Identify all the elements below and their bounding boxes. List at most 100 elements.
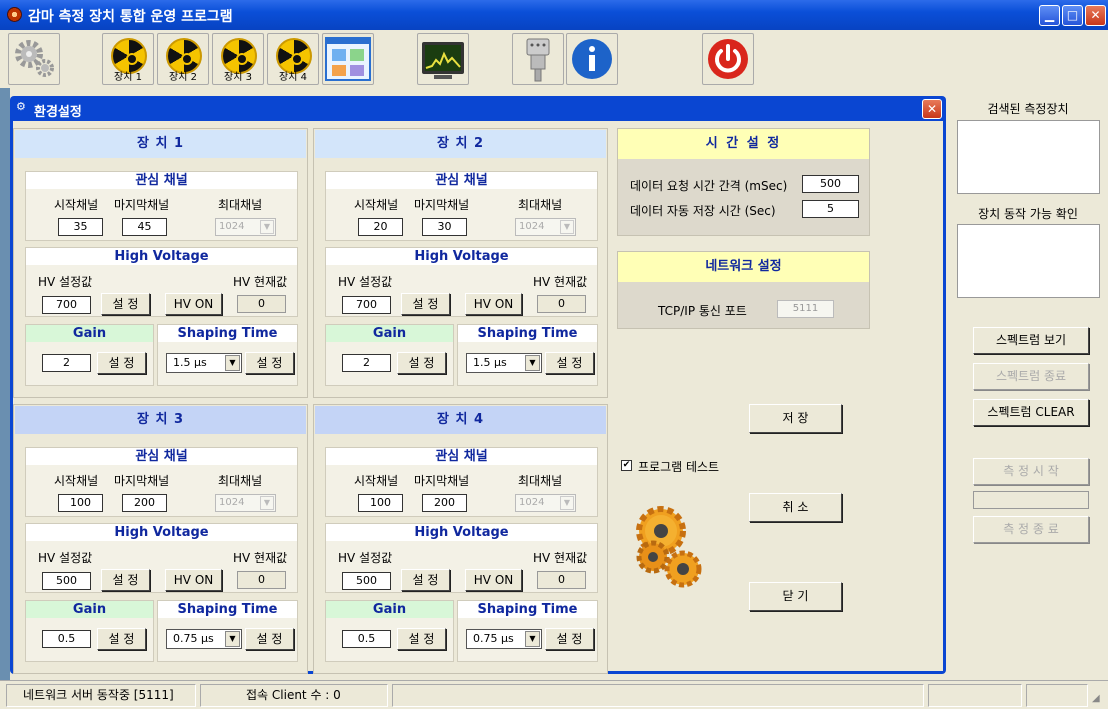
end-channel-label: 마지막채널: [414, 474, 470, 488]
shaping-time-title: Shaping Time: [458, 601, 597, 618]
start-channel-input[interactable]: 35: [58, 218, 103, 236]
close-dialog-button[interactable]: 닫 기: [749, 582, 842, 611]
maximize-button[interactable]: □: [1062, 5, 1083, 26]
max-channel-select[interactable]: 1024 ▼: [215, 494, 276, 512]
device-check-list[interactable]: [957, 224, 1100, 298]
device-4-label: 장치 4: [279, 72, 307, 83]
device-1-label: 장치 1: [114, 72, 142, 83]
device-1-button[interactable]: 장치 1: [102, 33, 154, 85]
gain-set-button[interactable]: 설 정: [397, 628, 446, 650]
end-channel-input[interactable]: 45: [122, 218, 167, 236]
settings-gear-icon: [15, 40, 54, 77]
start-channel-input[interactable]: 20: [358, 218, 403, 236]
power-button[interactable]: [702, 33, 754, 85]
close-button[interactable]: ✕: [1085, 5, 1106, 26]
shaping-time-select[interactable]: 1.5 µs ▼: [466, 353, 542, 373]
program-test-checkbox[interactable]: ✔: [621, 460, 632, 471]
shaping-set-button[interactable]: 설 정: [245, 352, 294, 374]
hv-value-input[interactable]: 500: [42, 572, 91, 590]
interest-channel-title: 관심 채널: [326, 172, 597, 189]
hv-on-button[interactable]: HV ON: [465, 293, 522, 315]
app-icon: [7, 7, 22, 22]
end-channel-input[interactable]: 30: [422, 218, 467, 236]
shaping-time-value: 0.75 µs: [173, 632, 214, 645]
settings-dialog: ⚙ 환경설정 ✕ 장 치 1 관심 채널 시작채널 마지막채널 최대채널 35 …: [10, 96, 946, 674]
shaping-set-button[interactable]: 설 정: [245, 628, 294, 650]
max-channel-select[interactable]: 1024 ▼: [215, 218, 276, 236]
grid-view-button[interactable]: [322, 33, 374, 85]
cancel-button[interactable]: 취 소: [749, 493, 842, 522]
found-devices-list[interactable]: [957, 120, 1100, 194]
max-channel-value: 1024: [219, 221, 245, 232]
dialog-title: 환경설정: [34, 105, 82, 120]
gain-title: Gain: [26, 325, 153, 342]
interest-channel-title: 관심 채널: [26, 172, 297, 189]
title-bar[interactable]: 감마 측정 장치 통합 운영 프로그램 ▁ □ ✕: [0, 0, 1108, 30]
serial-port-button[interactable]: [512, 33, 564, 85]
minimize-icon: ▁: [1044, 8, 1055, 22]
gain-set-button[interactable]: 설 정: [397, 352, 446, 374]
measure-end-button[interactable]: 측 정 종 료: [973, 516, 1089, 543]
dialog-title-bar[interactable]: ⚙ 환경설정 ✕: [10, 96, 946, 121]
info-button[interactable]: [566, 33, 618, 85]
shaping-time-select[interactable]: 0.75 µs ▼: [466, 629, 542, 649]
hv-set-button[interactable]: 설 정: [401, 293, 450, 315]
hv-on-button[interactable]: HV ON: [465, 569, 522, 591]
start-channel-input[interactable]: 100: [358, 494, 403, 512]
gain-input[interactable]: 2: [342, 354, 391, 372]
measure-start-button[interactable]: 측 정 시 작: [973, 458, 1089, 485]
end-channel-input[interactable]: 200: [122, 494, 167, 512]
hv-value-input[interactable]: 700: [342, 296, 391, 314]
hv-current-value: 0: [537, 571, 586, 589]
hv-on-button[interactable]: HV ON: [165, 293, 222, 315]
gain-input[interactable]: 0.5: [342, 630, 391, 648]
high-voltage-group: High Voltage HV 설정값 HV 현재값 700 설 정 HV ON…: [25, 247, 298, 317]
hv-set-label: HV 설정값: [338, 275, 393, 289]
end-channel-label: 마지막채널: [114, 198, 170, 212]
shaping-time-value: 1.5 µs: [473, 356, 507, 369]
device-2-button[interactable]: 장치 2: [157, 33, 209, 85]
hv-on-button[interactable]: HV ON: [165, 569, 222, 591]
hv-set-button[interactable]: 설 정: [101, 569, 150, 591]
gain-set-button[interactable]: 설 정: [97, 628, 146, 650]
start-channel-input[interactable]: 100: [58, 494, 103, 512]
save-button[interactable]: 저 장: [749, 404, 842, 433]
shaping-set-button[interactable]: 설 정: [545, 628, 594, 650]
device-1-header: 장 치 1: [15, 130, 306, 158]
settings-button[interactable]: [8, 33, 60, 85]
spectrum-clear-button[interactable]: 스펙트럼 CLEAR: [973, 399, 1089, 426]
spectrum-monitor-button[interactable]: [417, 33, 469, 85]
hv-value-input[interactable]: 700: [42, 296, 91, 314]
minimize-button[interactable]: ▁: [1039, 5, 1060, 26]
hv-set-button[interactable]: 설 정: [101, 293, 150, 315]
end-channel-input[interactable]: 200: [422, 494, 467, 512]
shaping-time-select[interactable]: 1.5 µs ▼: [166, 353, 242, 373]
hv-set-button[interactable]: 설 정: [401, 569, 450, 591]
autosave-time-input[interactable]: 5: [802, 200, 859, 218]
shaping-set-button[interactable]: 설 정: [545, 352, 594, 374]
spectrum-end-button[interactable]: 스펙트럼 종료: [973, 363, 1089, 390]
max-channel-select[interactable]: 1024 ▼: [515, 494, 576, 512]
max-channel-select[interactable]: 1024 ▼: [515, 218, 576, 236]
chevron-down-icon: ▼: [525, 631, 540, 647]
request-interval-input[interactable]: 500: [802, 175, 859, 193]
device-2-label: 장치 2: [169, 72, 197, 83]
gain-input[interactable]: 2: [42, 354, 91, 372]
start-channel-label: 시작채널: [54, 198, 99, 212]
hv-value-input[interactable]: 500: [342, 572, 391, 590]
spectrum-view-button[interactable]: 스펙트럼 보기: [973, 327, 1089, 354]
device-3-button[interactable]: 장치 3: [212, 33, 264, 85]
gears-icon: [636, 506, 702, 588]
dialog-close-button[interactable]: ✕: [922, 99, 942, 119]
resize-grip-icon[interactable]: ◢: [1092, 693, 1100, 704]
shaping-time-select[interactable]: 0.75 µs ▼: [166, 629, 242, 649]
device-4-button[interactable]: 장치 4: [267, 33, 319, 85]
network-settings-panel: 네트워크 설정 TCP/IP 통신 포트 5111: [617, 251, 870, 329]
shaping-time-value: 0.75 µs: [473, 632, 514, 645]
gain-set-button[interactable]: 설 정: [97, 352, 146, 374]
tcp-port-input[interactable]: 5111: [777, 300, 834, 318]
gain-input[interactable]: 0.5: [42, 630, 91, 648]
network-status: 네트워크 서버 동작중 [5111]: [6, 684, 196, 707]
maximize-icon: □: [1066, 8, 1079, 22]
gain-title: Gain: [326, 601, 453, 618]
